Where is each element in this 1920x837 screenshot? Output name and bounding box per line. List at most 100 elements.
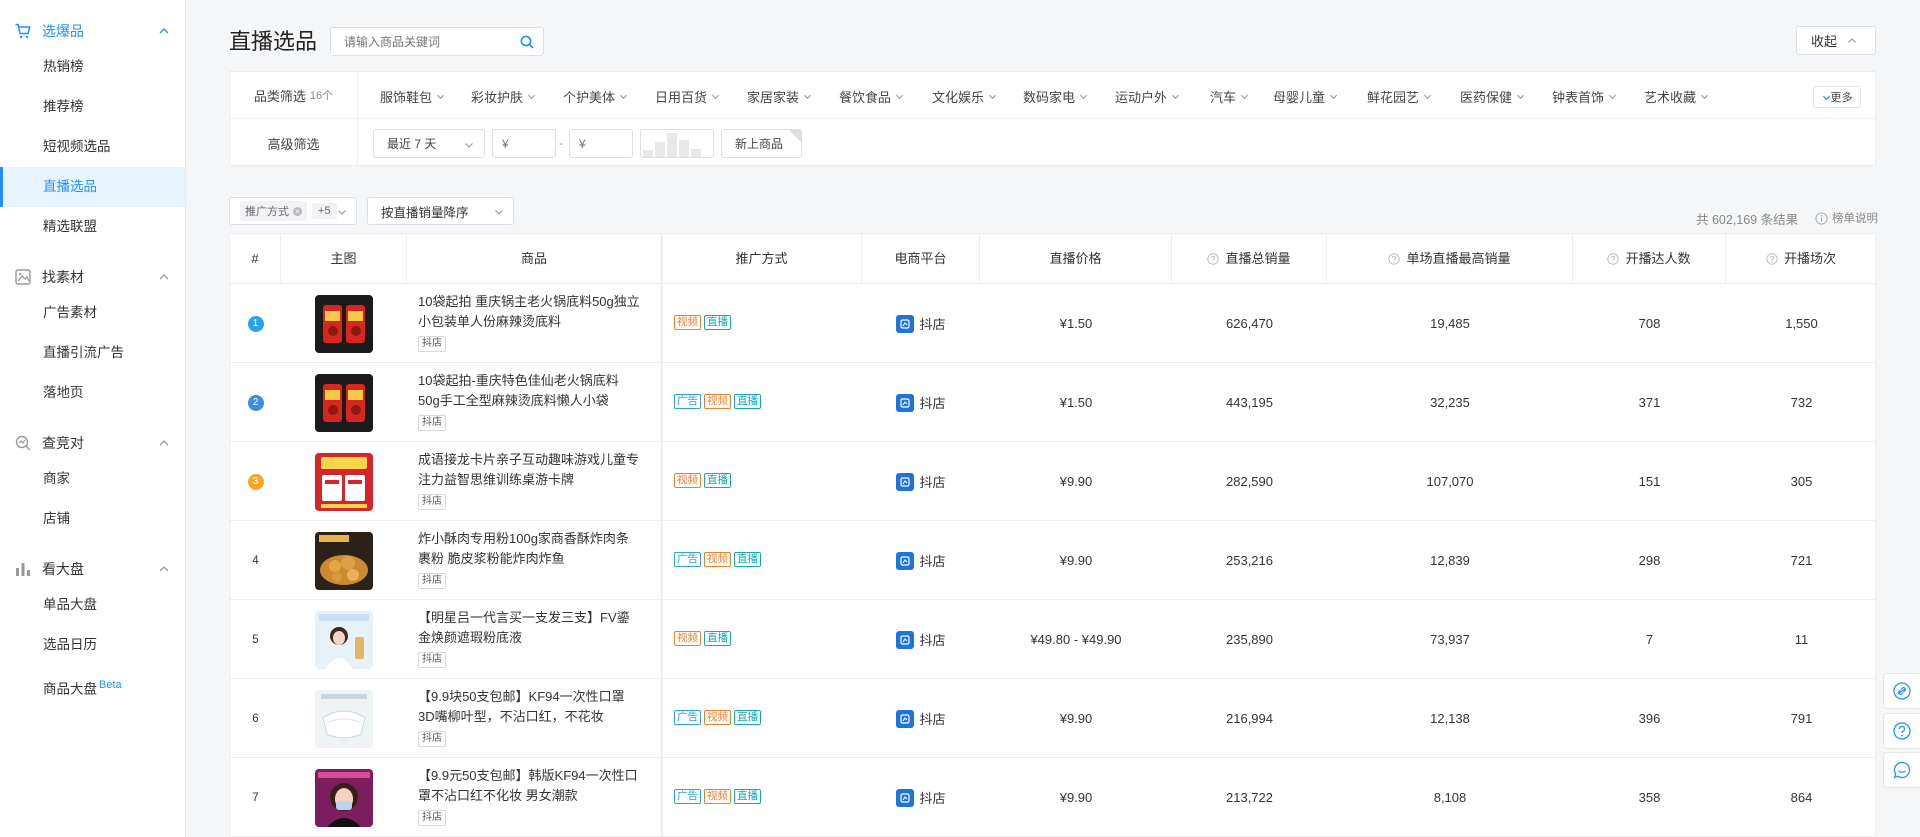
category-filter-item[interactable]: 母婴儿童 bbox=[1273, 87, 1338, 106]
price-min-field[interactable] bbox=[502, 136, 542, 151]
sidebar-item[interactable]: 商家 bbox=[0, 459, 185, 499]
product-thumbnail[interactable] bbox=[315, 294, 373, 353]
sidebar-item[interactable]: 热销榜 bbox=[0, 47, 185, 87]
promo-tag: 广告 bbox=[674, 710, 701, 725]
clear-icon[interactable]: × bbox=[293, 206, 302, 216]
product-name-cell[interactable]: 炸小酥肉专用粉100g家商香酥炸肉条 裹粉 脆皮浆粉能炸肉炸鱼 抖店 bbox=[418, 529, 640, 589]
sidebar-group-2[interactable]: 查竞对 bbox=[0, 427, 185, 459]
category-filter-item[interactable]: 文化娱乐 bbox=[932, 87, 997, 106]
table-row[interactable]: 5 【明星吕一代言买一支发三支】FV鎏金焕颜遮瑕粉底液 抖店 视频 直播 抖店 ¥… bbox=[230, 600, 1875, 679]
promo-method-chip[interactable]: 推广方式 × bbox=[240, 201, 307, 221]
product-thumbnail[interactable] bbox=[315, 610, 373, 669]
help-icon[interactable] bbox=[1766, 253, 1778, 265]
promo-tag: 直播 bbox=[734, 789, 761, 804]
search-box[interactable] bbox=[330, 27, 544, 56]
product-thumbnail[interactable] bbox=[315, 452, 373, 511]
sidebar-item[interactable]: 单品大盘 bbox=[0, 585, 185, 625]
product-thumbnail[interactable] bbox=[315, 373, 373, 432]
product-name[interactable]: 10袋起拍 重庆锅主老火锅底料50g独立小包装单人份麻辣烫底料 bbox=[418, 294, 640, 329]
rank-badge: 2 bbox=[247, 394, 264, 411]
column-header[interactable]: 开播场次 bbox=[1726, 234, 1875, 284]
category-filter-item[interactable]: 家居家装 bbox=[747, 87, 812, 106]
category-filter-item[interactable]: 鲜花园艺 bbox=[1367, 87, 1432, 106]
product-name-cell[interactable]: 10袋起拍-重庆特色佳仙老火锅底料50g手工全型麻辣烫底料懒人小袋 抖店 bbox=[418, 371, 640, 431]
column-header[interactable]: 直播总销量 bbox=[1172, 234, 1327, 284]
category-filter-item[interactable]: 数码家电 bbox=[1023, 87, 1088, 106]
total-sales: 216,994 bbox=[1226, 711, 1273, 726]
table-row[interactable]: 7 【9.9元50支包邮】韩版KF94一次性口罩不沾口红不化妆 男女潮款 抖店 … bbox=[230, 758, 1875, 836]
sidebar-group-0[interactable]: 选爆品 bbox=[0, 15, 185, 47]
more-categories-button[interactable]: 更多 bbox=[1813, 86, 1861, 108]
new-products-toggle[interactable]: 新上商品 bbox=[721, 129, 802, 158]
table-row[interactable]: 2 10袋起拍-重庆特色佳仙老火锅底料50g手工全型麻辣烫底料懒人小袋 抖店 广… bbox=[230, 363, 1875, 442]
category-filter-item[interactable]: 钟表首饰 bbox=[1552, 87, 1617, 106]
product-name-cell[interactable]: 【9.9块50支包邮】KF94一次性口罩3D嘴柳叶型，不沾口红，不花妆 抖店 bbox=[418, 687, 640, 747]
category-filter-item[interactable]: 汽车 bbox=[1210, 87, 1249, 106]
search-input[interactable] bbox=[331, 28, 511, 55]
table-row[interactable]: 1 10袋起拍 重庆锅主老火锅底料50g独立小包装单人份麻辣烫底料 抖店 视频直… bbox=[230, 284, 1875, 363]
sidebar-item[interactable]: 选品日历 bbox=[0, 625, 185, 665]
platform-cell: 抖店 bbox=[896, 393, 946, 412]
table-row[interactable]: 4 炸小酥肉专用粉100g家商香酥炸肉条 裹粉 脆皮浆粉能炸肉炸鱼 抖店 广告视… bbox=[230, 521, 1875, 600]
category-filter-item[interactable]: 餐饮食品 bbox=[839, 87, 904, 106]
sidebar-group-1[interactable]: 找素材 bbox=[0, 261, 185, 293]
sidebar-item[interactable]: 直播选品 bbox=[0, 167, 185, 207]
category-filter-item[interactable]: 彩妆护肤 bbox=[471, 87, 536, 106]
product-thumbnail[interactable] bbox=[315, 531, 373, 590]
sidebar-item[interactable]: 推荐榜 bbox=[0, 87, 185, 127]
category-filter-item[interactable]: 医药保健 bbox=[1460, 87, 1525, 106]
price-min-input[interactable] bbox=[492, 129, 556, 158]
search-icon[interactable] bbox=[519, 34, 535, 50]
table-row[interactable]: 6 【9.9块50支包邮】KF94一次性口罩3D嘴柳叶型，不沾口红，不花妆 抖店… bbox=[230, 679, 1875, 758]
product-name[interactable]: 【明星吕一代言买一支发三支】FV鎏金焕颜遮瑕粉底液 bbox=[418, 610, 630, 645]
help-icon[interactable] bbox=[1388, 253, 1401, 265]
collapse-button[interactable]: 收起 bbox=[1796, 26, 1876, 55]
product-thumbnail[interactable] bbox=[315, 689, 373, 748]
sidebar-item[interactable]: 精选联盟 bbox=[0, 207, 185, 247]
category-filter-item[interactable]: 艺术收藏 bbox=[1644, 87, 1709, 106]
product-name-cell[interactable]: 10袋起拍 重庆锅主老火锅底料50g独立小包装单人份麻辣烫底料 抖店 bbox=[418, 292, 640, 352]
sidebar-item[interactable]: 店铺 bbox=[0, 499, 185, 539]
price-max-field[interactable] bbox=[579, 136, 619, 151]
sidebar-item[interactable]: 商品大盘 Beta bbox=[0, 665, 185, 705]
sidebar: 选爆品 热销榜 推荐榜 短视频选品 直播选品 精选联盟 找素材 广告素材 直播引流广告 落地… bbox=[0, 0, 186, 837]
product-name[interactable]: 成语接龙卡片亲子互动趣味游戏儿童专注力益智思维训练桌游卡牌 bbox=[418, 452, 639, 487]
category-filter-item[interactable]: 日用百货 bbox=[655, 87, 720, 106]
rules-link[interactable]: 榜单说明 bbox=[1815, 210, 1878, 226]
column-header[interactable]: 单场直播最高销量 bbox=[1327, 234, 1573, 284]
date-range-select[interactable]: 最近 7 天 bbox=[373, 129, 485, 158]
help-icon[interactable] bbox=[1207, 253, 1220, 265]
chat-tool-button[interactable] bbox=[1883, 752, 1920, 788]
product-name[interactable]: 炸小酥肉专用粉100g家商香酥炸肉条 裹粉 脆皮浆粉能炸肉炸鱼 bbox=[418, 531, 629, 566]
product-name-cell[interactable]: 成语接龙卡片亲子互动趣味游戏儿童专注力益智思维训练桌游卡牌 抖店 bbox=[418, 450, 640, 510]
product-name[interactable]: 【9.9块50支包邮】KF94一次性口罩3D嘴柳叶型，不沾口红，不花妆 bbox=[418, 689, 625, 724]
chevron-down-icon bbox=[1423, 94, 1432, 100]
product-name-cell[interactable]: 【9.9元50支包邮】韩版KF94一次性口罩不沾口红不化妆 男女潮款 抖店 bbox=[418, 766, 640, 826]
category-filter-label: 品类筛选 16个 bbox=[230, 72, 358, 118]
category-filter-item[interactable]: 个护美体 bbox=[563, 87, 628, 106]
product-name[interactable]: 10袋起拍-重庆特色佳仙老火锅底料50g手工全型麻辣烫底料懒人小袋 bbox=[418, 373, 619, 408]
sidebar-item[interactable]: 落地页 bbox=[0, 373, 185, 413]
sidebar-group-3[interactable]: 看大盘 bbox=[0, 553, 185, 585]
category-filter-item[interactable]: 服饰鞋包 bbox=[380, 87, 445, 106]
sidebar-item[interactable]: 短视频选品 bbox=[0, 127, 185, 167]
help-icon[interactable] bbox=[1607, 253, 1620, 265]
price-distribution-histogram[interactable] bbox=[640, 129, 714, 158]
sort-select[interactable]: 按直播销量降序 bbox=[367, 197, 514, 225]
link-tool-button[interactable] bbox=[1883, 673, 1920, 709]
category-label: 彩妆护肤 bbox=[471, 90, 524, 105]
column-header[interactable]: 开播达人数 bbox=[1573, 234, 1726, 284]
douyin-shop-icon bbox=[896, 551, 915, 570]
product-thumbnail[interactable] bbox=[315, 768, 373, 827]
promo-method-filter[interactable]: 推广方式 × +5 bbox=[229, 197, 357, 225]
help-tool-button[interactable] bbox=[1883, 713, 1920, 749]
category-label: 文化娱乐 bbox=[932, 90, 985, 105]
platform-cell: 抖店 bbox=[896, 630, 946, 649]
category-filter-item[interactable]: 运动户外 bbox=[1115, 87, 1180, 106]
product-name-cell[interactable]: 【明星吕一代言买一支发三支】FV鎏金焕颜遮瑕粉底液 抖店 bbox=[418, 608, 640, 668]
table-row[interactable]: 3 成语接龙卡片亲子互动趣味游戏儿童专注力益智思维训练桌游卡牌 抖店 视频 直播 … bbox=[230, 442, 1875, 521]
sidebar-item[interactable]: 直播引流广告 bbox=[0, 333, 185, 373]
price-max-input[interactable] bbox=[569, 129, 633, 158]
sidebar-item[interactable]: 广告素材 bbox=[0, 293, 185, 333]
product-name[interactable]: 【9.9元50支包邮】韩版KF94一次性口罩不沾口红不化妆 男女潮款 bbox=[418, 768, 638, 803]
